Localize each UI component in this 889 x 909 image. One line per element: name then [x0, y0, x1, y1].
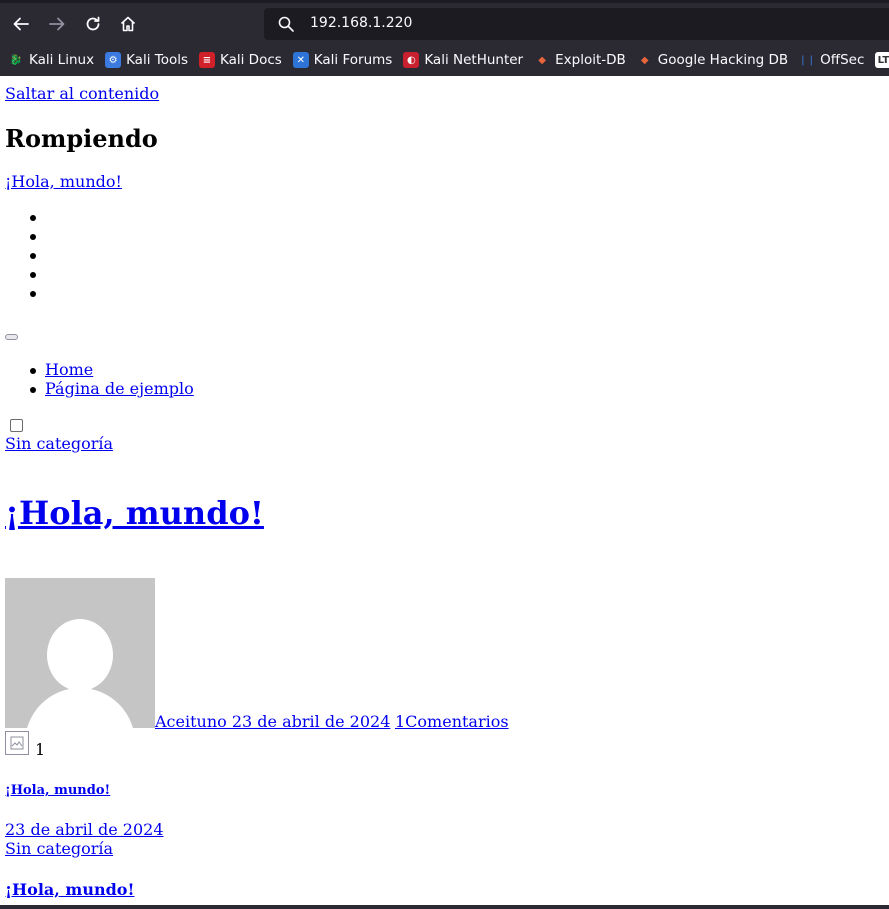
kali-forums-icon: ✕ — [292, 52, 309, 68]
bookmark-label: Kali Linux — [29, 52, 95, 68]
bookmark-icon: LT — [875, 52, 889, 68]
bookmark-offsec[interactable]: ❘❘ OffSec — [798, 52, 865, 68]
chrome-top-border — [0, 0, 889, 3]
post-title: ¡Hola, mundo! — [5, 494, 264, 532]
reload-icon — [86, 16, 100, 31]
offsec-icon: ❘❘ — [798, 54, 816, 66]
arrow-right-icon — [49, 17, 65, 31]
forward-button[interactable] — [42, 9, 72, 39]
search-icon — [278, 16, 294, 32]
post-title-link[interactable]: ¡Hola, mundo! — [5, 494, 264, 532]
widget-category-link[interactable]: Sin categoría — [5, 839, 113, 858]
menu-toggle-button[interactable] — [5, 334, 18, 340]
broken-image-icon — [10, 736, 24, 750]
back-button[interactable] — [6, 9, 36, 39]
url-text[interactable]: 192.168.1.220 — [310, 15, 412, 31]
bookmark-label: Exploit-DB — [555, 52, 626, 68]
widget-post-title-link-2[interactable]: ¡Hola, mundo! — [5, 880, 134, 899]
kali-nethunter-icon: ◐ — [403, 52, 420, 68]
home-icon — [120, 16, 136, 32]
nav-link-home[interactable]: Home — [45, 360, 93, 379]
bottom-border — [0, 905, 889, 909]
kali-dragon-icon: 🐉 — [9, 54, 23, 66]
kali-docs-icon: ≡ — [199, 52, 215, 68]
arrow-left-icon — [13, 17, 29, 31]
exploit-db-icon: ◆ — [538, 54, 546, 66]
post-author-date-link[interactable]: Aceituno 23 de abril de 2024 — [155, 712, 390, 731]
primary-nav: Home Página de ejemplo — [30, 360, 194, 398]
author-avatar[interactable] — [5, 578, 155, 728]
bookmark-kali-nethunter[interactable]: ◐ Kali NetHunter — [403, 52, 523, 68]
bookmark-kali-linux[interactable]: 🐉 Kali Linux — [8, 52, 94, 68]
nav-item-sample-page: Página de ejemplo — [30, 379, 194, 398]
url-bar[interactable]: 192.168.1.220 — [264, 8, 889, 40]
skip-to-content-link[interactable]: Saltar al contenido — [5, 84, 159, 103]
bookmark-kali-tools[interactable]: ⚙ Kali Tools — [105, 52, 188, 68]
browser-chrome: 192.168.1.220 🐉 Kali Linux ⚙ Kali Tools ≡ K… — [0, 0, 889, 76]
bookmark-label: Kali Tools — [126, 52, 188, 68]
bookmark-label: Kali Forums — [313, 52, 393, 68]
bookmark-label: Kali Docs — [220, 52, 282, 68]
site-title: Rompiendo — [5, 124, 158, 153]
nav-link-sample-page[interactable]: Página de ejemplo — [45, 379, 194, 398]
bookmark-kali-forums[interactable]: ✕ Kali Forums — [292, 52, 393, 68]
bookmark-truncated[interactable]: LTC — [875, 52, 889, 68]
bookmarks-toolbar: 🐉 Kali Linux ⚙ Kali Tools ≡ Kali Docs ✕ Kali… — [0, 48, 889, 72]
avatar-head-shape — [47, 619, 113, 691]
widget-post-title-link[interactable]: ¡Hola, mundo! — [5, 783, 110, 798]
broken-image — [5, 731, 29, 755]
bookmark-kali-docs[interactable]: ≡ Kali Docs — [199, 52, 282, 68]
comment-count: 1 — [35, 740, 46, 759]
nav-item-home: Home — [30, 360, 194, 379]
kali-tools-icon: ⚙ — [105, 52, 122, 68]
widget-post-date-link[interactable]: 23 de abril de 2024 — [5, 820, 164, 839]
bookmark-exploit-db[interactable]: ◆ Exploit-DB — [534, 52, 626, 68]
category-link[interactable]: Sin categoría — [5, 434, 113, 453]
top-post-link[interactable]: ¡Hola, mundo! — [5, 172, 122, 191]
post-comments-link[interactable]: 1Comentarios — [395, 712, 509, 731]
avatar-body-shape — [25, 688, 135, 728]
home-button[interactable] — [113, 9, 143, 39]
bookmark-label: OffSec — [820, 52, 865, 68]
web-page: Saltar al contenido Rompiendo ¡Hola, mun… — [0, 76, 889, 909]
bookmark-label: Google Hacking DB — [657, 52, 789, 68]
reload-button[interactable] — [78, 9, 108, 39]
ghdb-icon: ◆ — [640, 54, 649, 66]
search-toggle-checkbox[interactable] — [10, 419, 23, 432]
bookmark-label: Kali NetHunter — [424, 52, 524, 68]
bookmark-google-hacking-db[interactable]: ◆ Google Hacking DB — [637, 52, 788, 68]
